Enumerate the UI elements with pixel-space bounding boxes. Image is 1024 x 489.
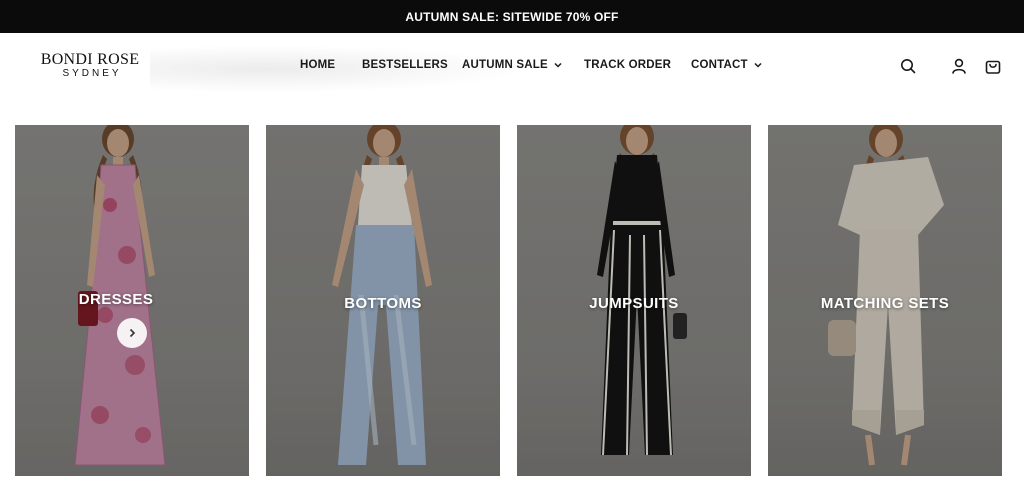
category-label: BOTTOMS <box>344 295 422 312</box>
announcement-text: AUTUMN SALE: SITEWIDE 70% OFF <box>405 9 619 24</box>
category-card-jumpsuits[interactable]: JUMPSUITS <box>517 125 751 476</box>
nav-item-track-order[interactable]: TRACK ORDER <box>584 59 671 71</box>
chevron-right-icon <box>129 328 136 338</box>
search-icon[interactable] <box>899 57 917 75</box>
brand-logo[interactable]: BONDI ROSE SYDNEY <box>40 51 140 80</box>
category-card-dresses[interactable]: DRESSES <box>15 125 249 476</box>
chevron-down-icon <box>554 62 562 68</box>
nav-item-bestsellers[interactable]: BESTSELLERS <box>362 59 448 71</box>
category-label: MATCHING SETS <box>820 295 950 312</box>
brand-name: BONDI ROSE <box>40 51 140 68</box>
category-label: JUMPSUITS <box>589 295 679 312</box>
nav-item-label: AUTUMN SALE <box>462 59 548 71</box>
category-grid: DRESSES BOTTOMS JUMPSUITS MATCHING SETS <box>0 125 1024 476</box>
announcement-bar: AUTUMN SALE: SITEWIDE 70% OFF <box>0 0 1024 33</box>
brand-location: SYDNEY <box>62 68 122 79</box>
category-card-bottoms[interactable]: BOTTOMS <box>266 125 500 476</box>
nav-item-contact[interactable]: CONTACT <box>691 59 762 71</box>
nav-item-label: TRACK ORDER <box>584 59 672 71</box>
cart-icon[interactable] <box>984 57 1002 75</box>
nav-item-label: BESTSELLERS <box>362 59 448 71</box>
account-icon[interactable] <box>950 57 968 75</box>
site-header: BONDI ROSE SYDNEY HOME BESTSELLERS AUTUM… <box>0 33 1024 100</box>
nav-item-label: CONTACT <box>691 59 748 71</box>
category-card-matching-sets[interactable]: MATCHING SETS <box>768 125 1002 476</box>
chevron-down-icon <box>754 62 762 68</box>
nav-item-autumn-sale[interactable]: AUTUMN SALE <box>462 59 562 71</box>
nav-item-home[interactable]: HOME <box>300 59 335 71</box>
nav-item-label: HOME <box>300 59 336 71</box>
category-label: DRESSES <box>78 291 154 308</box>
category-arrow-button[interactable] <box>117 318 147 348</box>
